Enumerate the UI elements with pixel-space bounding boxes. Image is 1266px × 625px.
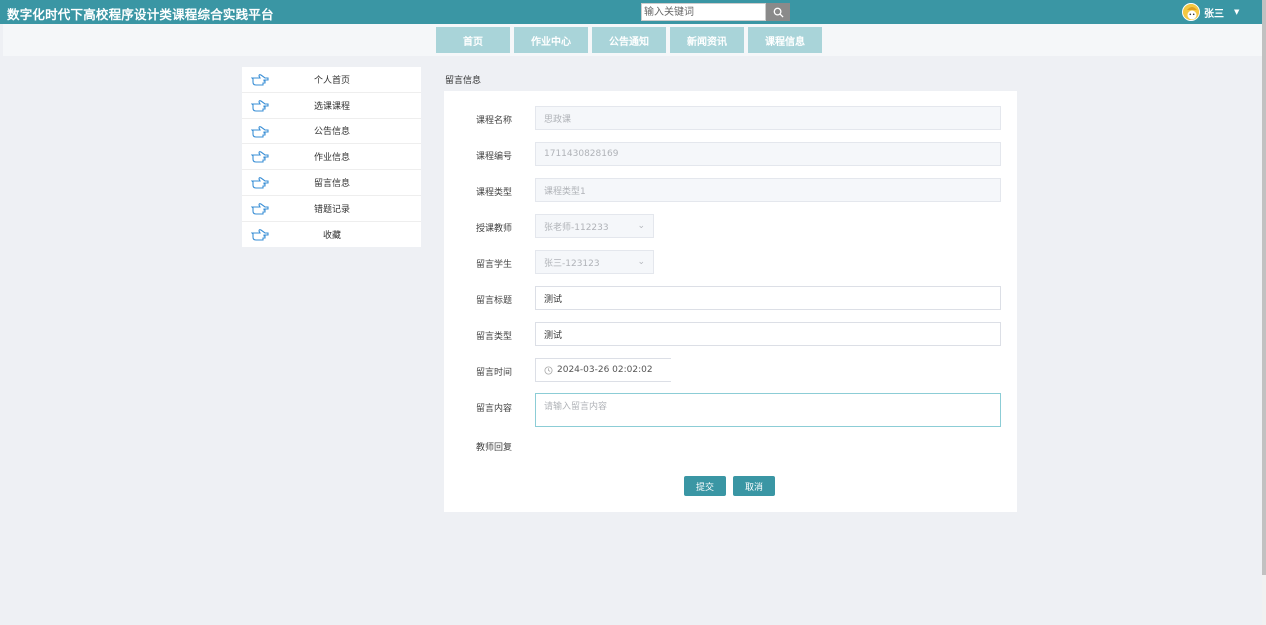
teacher-value: 张老师-112233 bbox=[544, 222, 609, 233]
page-title: 留言信息 bbox=[445, 76, 482, 86]
avatar bbox=[1182, 3, 1200, 21]
teacher-reply-label: 教师回复 bbox=[476, 443, 513, 453]
app-title: 数字化时代下高校程序设计类课程综合实践平台 bbox=[7, 8, 274, 22]
page-scrollbar-track[interactable] bbox=[1262, 0, 1266, 625]
sidebar-item-label: 收藏 bbox=[322, 231, 341, 242]
nav-item-home[interactable]: 首页 bbox=[436, 27, 510, 53]
pointing-hand-icon bbox=[251, 125, 269, 138]
page-scrollbar-thumb[interactable] bbox=[1262, 0, 1266, 575]
top-header: 数字化时代下高校程序设计类课程综合实践平台 张三 ▼ bbox=[0, 0, 1266, 24]
cancel-button[interactable]: 取消 bbox=[733, 476, 775, 496]
clock-icon bbox=[544, 365, 553, 375]
course-type-label: 课程类型 bbox=[476, 188, 513, 198]
course-code-field: 1711430828169 bbox=[535, 142, 1001, 166]
search-input[interactable] bbox=[641, 3, 766, 21]
pointing-hand-icon bbox=[251, 177, 269, 189]
main-nav: 首页 作业中心 公告通知 新闻资讯 课程信息 bbox=[3, 24, 1262, 56]
pointing-hand-icon bbox=[251, 203, 269, 215]
message-form: 课程名称 思政课 课程编号 1711430828169 课程类型 课程类型1 授… bbox=[444, 91, 1017, 512]
msg-title-value: 测试 bbox=[544, 294, 563, 305]
nav-item-notices[interactable]: 公告通知 bbox=[592, 27, 666, 53]
sidebar-item-label: 作业信息 bbox=[313, 153, 350, 164]
sidebar-item-label: 公告信息 bbox=[313, 127, 350, 138]
sidebar-item-mistakes[interactable]: 错题记录 bbox=[242, 196, 421, 222]
chevron-down-icon: ▼ bbox=[1234, 8, 1240, 16]
course-name-label: 课程名称 bbox=[476, 116, 513, 126]
user-name: 张三 bbox=[1204, 8, 1224, 20]
user-menu[interactable]: 张三 ▼ bbox=[1182, 3, 1239, 21]
sidebar-item-favorites[interactable]: 收藏 bbox=[242, 222, 421, 248]
sidebar: 个人首页 选课课程 公告信息 作业信息 留言信息 错题记录 收藏 bbox=[242, 67, 421, 247]
sidebar-item-label: 个人首页 bbox=[313, 75, 350, 86]
msg-content-textarea[interactable]: 请输入留言内容 bbox=[535, 393, 1001, 427]
course-type-value: 课程类型1 bbox=[544, 186, 586, 197]
course-code-label: 课程编号 bbox=[476, 152, 513, 162]
sidebar-item-profile[interactable]: 个人首页 bbox=[242, 67, 421, 93]
sidebar-item-label: 错题记录 bbox=[313, 204, 350, 215]
sidebar-item-enrolled-courses[interactable]: 选课课程 bbox=[242, 93, 421, 119]
sidebar-item-homework[interactable]: 作业信息 bbox=[242, 144, 421, 171]
search-icon bbox=[773, 7, 784, 18]
pointing-hand-icon bbox=[251, 99, 269, 112]
pointing-hand-icon bbox=[251, 74, 269, 86]
msg-time-value: 2024-03-26 02:02:02 bbox=[557, 365, 653, 375]
student-select[interactable]: 张三-123123 ⌄ bbox=[535, 250, 654, 274]
pointing-hand-icon bbox=[251, 151, 269, 163]
nav-item-homework[interactable]: 作业中心 bbox=[514, 27, 588, 53]
msg-title-label: 留言标题 bbox=[476, 296, 513, 306]
msg-content-label: 留言内容 bbox=[476, 404, 513, 414]
teacher-label: 授课教师 bbox=[476, 224, 513, 234]
msg-type-value: 测试 bbox=[544, 330, 563, 341]
search-button[interactable] bbox=[766, 3, 790, 21]
msg-time-label: 留言时间 bbox=[476, 368, 513, 378]
pointing-hand-icon bbox=[251, 228, 269, 241]
course-type-field: 课程类型1 bbox=[535, 178, 1001, 202]
student-value: 张三-123123 bbox=[544, 258, 600, 269]
msg-type-input[interactable]: 测试 bbox=[535, 322, 1001, 346]
sidebar-item-announcements[interactable]: 公告信息 bbox=[242, 119, 421, 145]
submit-button[interactable]: 提交 bbox=[684, 476, 726, 496]
msg-title-input[interactable]: 测试 bbox=[535, 286, 1001, 310]
chevron-down-icon: ⌄ bbox=[637, 221, 645, 231]
course-name-field: 思政课 bbox=[535, 106, 1001, 130]
course-code-value: 1711430828169 bbox=[544, 149, 619, 159]
msg-time-picker[interactable]: 2024-03-26 02:02:02 bbox=[535, 358, 671, 382]
msg-type-label: 留言类型 bbox=[476, 332, 513, 342]
chevron-down-icon: ⌄ bbox=[637, 257, 645, 267]
nav-item-courses[interactable]: 课程信息 bbox=[748, 27, 822, 53]
msg-content-placeholder: 请输入留言内容 bbox=[544, 402, 608, 412]
teacher-select[interactable]: 张老师-112233 ⌄ bbox=[535, 214, 654, 238]
student-label: 留言学生 bbox=[476, 260, 513, 270]
course-name-value: 思政课 bbox=[544, 114, 572, 125]
sidebar-item-label: 留言信息 bbox=[313, 179, 350, 190]
sidebar-item-label: 选课课程 bbox=[313, 101, 350, 112]
sidebar-item-messages[interactable]: 留言信息 bbox=[242, 170, 421, 196]
nav-item-news[interactable]: 新闻资讯 bbox=[670, 27, 744, 53]
